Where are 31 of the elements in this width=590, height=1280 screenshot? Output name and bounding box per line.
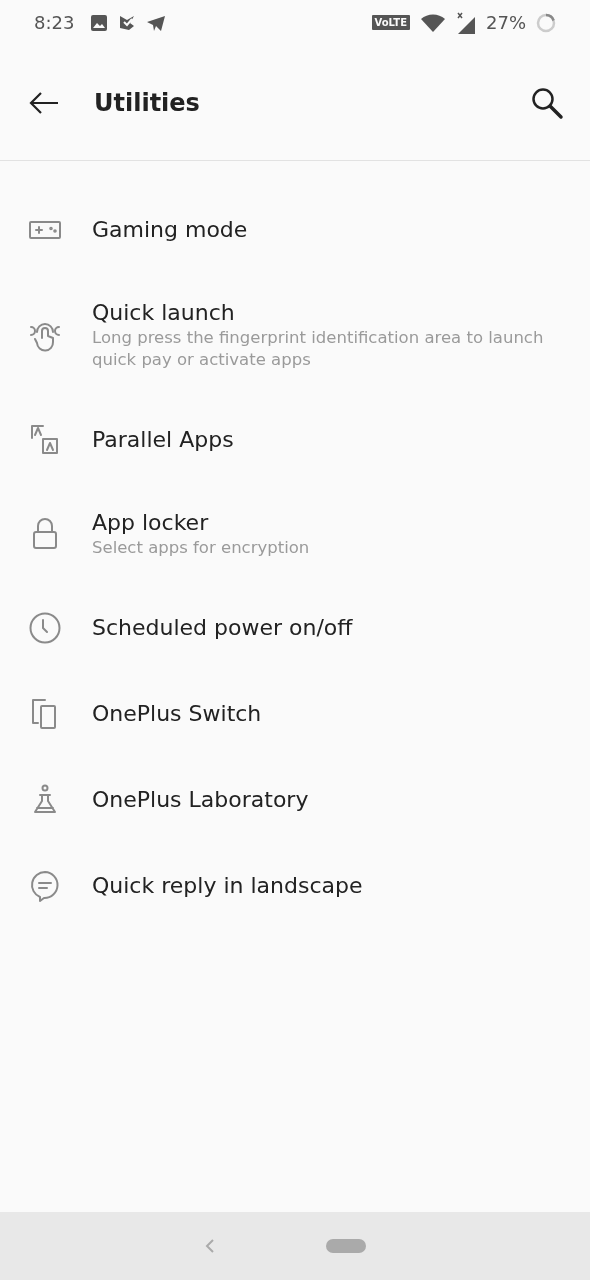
wifi-icon [420, 12, 446, 33]
item-title: Gaming mode [92, 216, 248, 244]
battery-percentage: 27% [486, 12, 526, 33]
gallery-icon [90, 13, 109, 32]
search-button[interactable] [530, 85, 564, 120]
page-title: Utilities [94, 88, 201, 117]
item-title: Quick reply in landscape [92, 872, 363, 900]
settings-item[interactable]: Scheduled power on/off [0, 585, 590, 671]
item-title: OnePlus Switch [92, 700, 262, 728]
item-title: Parallel Apps [92, 426, 234, 454]
settings-item[interactable]: Parallel Apps [0, 397, 590, 483]
item-title: OnePlus Laboratory [92, 786, 309, 814]
item-title: Scheduled power on/off [92, 614, 353, 642]
back-button[interactable] [28, 90, 60, 115]
item-title: Quick launch [92, 299, 236, 327]
item-description: Select apps for encryption [92, 537, 310, 559]
clock-icon [28, 611, 62, 645]
settings-item[interactable]: Quick launch Long press the fingerprint identification area to launch quick pay or activate apps [0, 273, 590, 397]
status-time: 8:23 [34, 12, 75, 33]
volte-badge: VoLTE [371, 15, 410, 30]
telegram-icon [146, 13, 167, 32]
cellular-signal-icon [456, 11, 476, 34]
settings-item[interactable]: Gaming mode [0, 187, 590, 273]
settings-item[interactable]: App locker Select apps for encryption [0, 483, 590, 585]
settings-item[interactable]: Quick reply in landscape [0, 843, 590, 929]
item-title: App locker [92, 509, 210, 537]
settings-item[interactable]: OnePlus Switch [0, 671, 590, 757]
item-description: Long press the fingerprint identification area to launch quick pay or activate apps [92, 327, 545, 371]
battery-ring-icon [536, 12, 556, 33]
checkmark-notification-icon [118, 13, 137, 32]
settings-item[interactable]: OnePlus Laboratory [0, 757, 590, 843]
